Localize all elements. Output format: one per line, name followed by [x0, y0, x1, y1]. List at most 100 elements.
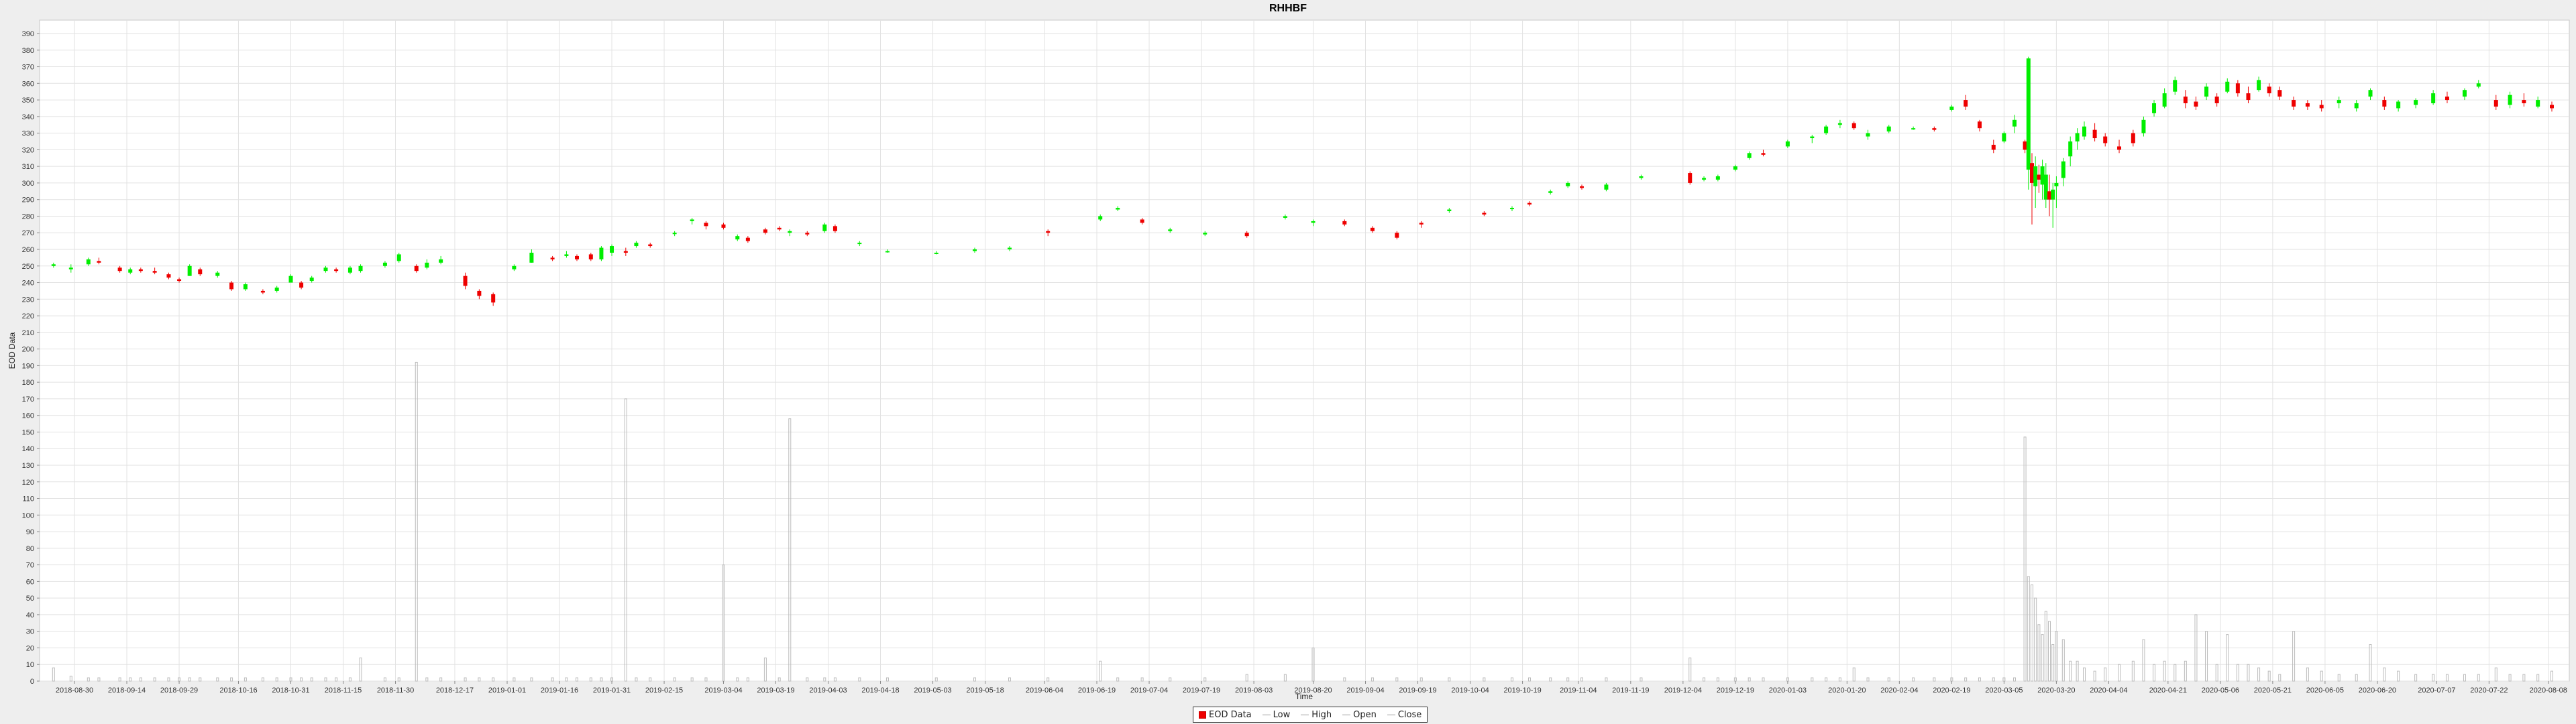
- candle-body: [68, 267, 73, 269]
- candle-body: [2522, 100, 2526, 104]
- x-tick-label: 2020-05-06: [2202, 686, 2239, 695]
- candle-body: [2043, 174, 2048, 200]
- x-tick-label: 2019-11-04: [1560, 686, 1597, 695]
- candle-body: [299, 282, 304, 288]
- y-tick-label: 340: [22, 113, 34, 121]
- candle-body: [1785, 141, 1790, 147]
- y-tick-label: 40: [26, 611, 34, 619]
- candle-body: [1604, 184, 1609, 190]
- candle-body: [1168, 229, 1173, 231]
- x-tick-label: 2019-12-19: [1717, 686, 1754, 695]
- candle-body: [152, 271, 157, 273]
- x-tick-label: 2020-03-05: [1985, 686, 2023, 695]
- candle-body: [97, 261, 101, 263]
- candle-body: [763, 229, 767, 233]
- x-tick-label: 2020-06-20: [2359, 686, 2396, 695]
- candle-body: [1548, 191, 1553, 193]
- x-tick-label: 2019-05-03: [914, 686, 951, 695]
- candle-body: [2493, 100, 2498, 107]
- x-tick-label: 2020-02-19: [1933, 686, 1970, 695]
- candle-body: [2235, 83, 2240, 94]
- candle-body: [2002, 133, 2006, 141]
- x-tick-label: 2019-10-19: [1503, 686, 1541, 695]
- y-tick-label: 240: [22, 280, 34, 288]
- y-tick-label: 120: [22, 479, 34, 487]
- x-tick-label: 2019-05-18: [966, 686, 1004, 695]
- x-tick-label: 2018-10-31: [272, 686, 309, 695]
- x-tick-label: 2019-06-04: [1026, 686, 1063, 695]
- y-tick-label: 20: [26, 644, 34, 652]
- x-tick-label: 2020-02-04: [1880, 686, 1918, 695]
- legend-label-close: Close: [1397, 709, 1422, 720]
- x-tick-label: 2020-07-07: [2418, 686, 2455, 695]
- y-tick-label: 330: [22, 130, 34, 138]
- candle-body: [2131, 133, 2135, 143]
- candle-body: [2508, 95, 2512, 105]
- candle-body: [805, 233, 810, 235]
- x-tick-label: 2018-08-30: [56, 686, 93, 695]
- candle-body: [2292, 100, 2296, 107]
- candle-body: [1747, 153, 1752, 158]
- candle-body: [648, 244, 653, 247]
- candle-body: [550, 257, 555, 259]
- candle-body: [138, 269, 143, 272]
- candle-body: [1932, 128, 1937, 130]
- candle-body: [2476, 83, 2481, 87]
- x-tick-label: 2020-04-21: [2149, 686, 2187, 695]
- candle-body: [2012, 119, 2017, 127]
- candle-body: [2037, 174, 2041, 180]
- candle-body: [1977, 121, 1982, 129]
- candle-body: [166, 274, 171, 278]
- y-tick-label: 390: [22, 30, 34, 38]
- candle-body: [2162, 93, 2167, 107]
- legend-item-low: Low: [1262, 710, 1290, 720]
- candle-body: [564, 254, 569, 256]
- candle-body: [2277, 90, 2282, 97]
- y-tick-label: 180: [22, 379, 34, 387]
- x-tick-label: 2020-03-20: [2037, 686, 2075, 695]
- candle-body: [2246, 93, 2251, 101]
- legend-swatch-eod: [1199, 711, 1206, 719]
- candle-body: [2075, 133, 2080, 141]
- candle-body: [2368, 90, 2373, 97]
- y-tick-label: 350: [22, 97, 34, 105]
- candle-body: [588, 254, 593, 259]
- x-tick-label: 2019-07-04: [1130, 686, 1168, 695]
- candle-body: [2431, 93, 2436, 104]
- candle-body: [1886, 126, 1891, 132]
- candle-body: [243, 284, 248, 290]
- legend: EOD Data Low High Open Close: [1193, 707, 1428, 723]
- candle-body: [634, 243, 639, 247]
- candle-body: [229, 282, 234, 290]
- legend-label-eod: EOD Data: [1209, 709, 1252, 720]
- legend-item-open: Open: [1342, 710, 1377, 720]
- candle-body: [704, 223, 708, 227]
- y-tick-label: 90: [26, 528, 34, 536]
- y-tick-label: 160: [22, 412, 34, 420]
- candle-body: [463, 276, 468, 286]
- x-tick-label: 2020-01-03: [1769, 686, 1807, 695]
- x-tick-label: 2020-01-20: [1828, 686, 1866, 695]
- candle-body: [1007, 247, 1012, 249]
- candle-body: [2023, 141, 2027, 150]
- candle-body: [2183, 97, 2188, 104]
- candle-body: [1991, 144, 1996, 150]
- candle-body: [177, 279, 182, 282]
- y-tick-label: 140: [22, 445, 34, 453]
- x-tick-label: 2018-09-29: [160, 686, 198, 695]
- candle-body: [1482, 213, 1487, 215]
- y-tick-label: 220: [22, 312, 34, 320]
- candle-body: [309, 278, 314, 282]
- legend-item-close: Close: [1387, 710, 1421, 720]
- x-tick-label: 2018-12-17: [436, 686, 474, 695]
- y-tick-label: 130: [22, 462, 34, 470]
- candle-body: [1046, 231, 1051, 233]
- candle-body: [2152, 103, 2157, 113]
- candle-body: [623, 251, 628, 253]
- x-tick-label: 2019-12-04: [1664, 686, 1702, 695]
- candle-body: [51, 264, 56, 266]
- x-tick-label: 2019-09-04: [1346, 686, 1384, 695]
- x-tick-label: 2020-07-22: [2470, 686, 2508, 695]
- candle-body: [86, 259, 91, 265]
- candle-body: [529, 252, 534, 263]
